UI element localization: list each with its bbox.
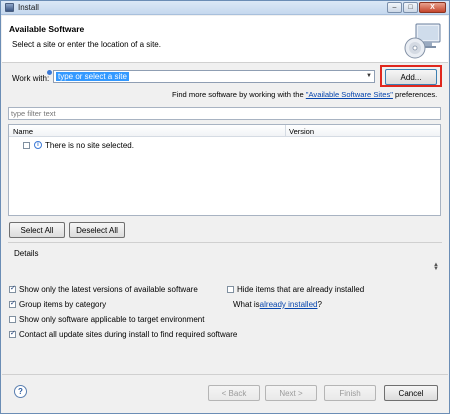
cd-install-icon: [404, 23, 441, 59]
group-by-category-checkbox[interactable]: [9, 299, 16, 308]
details-scroll-arrows[interactable]: ▲ ▼: [433, 262, 439, 272]
help-icon[interactable]: ?: [14, 385, 27, 398]
chevron-down-icon[interactable]: ▼: [366, 73, 372, 79]
row-checkbox[interactable]: [23, 141, 30, 149]
next-button[interactable]: Next >: [265, 385, 317, 401]
page-subtitle: Select a site or enter the location of a…: [12, 40, 161, 49]
cancel-button[interactable]: Cancel: [384, 385, 438, 401]
what-is-prefix: What is: [233, 300, 260, 309]
table-row[interactable]: i There is no site selected.: [23, 140, 134, 150]
maximize-button[interactable]: □: [403, 2, 418, 13]
work-with-combo[interactable]: type or select a site ▼: [53, 70, 375, 83]
find-more-prefix: Find more software by working with the: [172, 90, 306, 99]
work-with-label: Work with:: [12, 74, 50, 83]
option-contact-update-sites[interactable]: Contact all update sites during install …: [9, 329, 238, 339]
option-group-by-category[interactable]: Group items by category: [9, 299, 107, 309]
what-is-suffix: ?: [317, 300, 322, 309]
group-by-category-label: Group items by category: [19, 300, 107, 309]
footer-divider: [2, 374, 448, 375]
info-decoration-icon: [47, 70, 52, 75]
hide-installed-checkbox[interactable]: [227, 286, 234, 293]
option-latest-versions[interactable]: Show only the latest versions of availab…: [9, 284, 198, 294]
close-button[interactable]: X: [419, 2, 446, 13]
latest-versions-checkbox[interactable]: [9, 284, 16, 293]
available-sites-link[interactable]: "Available Software Sites": [306, 90, 393, 99]
wizard-header: Available Software Select a site or ente…: [2, 16, 448, 63]
column-separator[interactable]: [285, 125, 286, 137]
filter-input[interactable]: type filter text: [8, 107, 441, 120]
column-header-name[interactable]: Name: [13, 127, 33, 136]
already-installed-link[interactable]: already installed: [260, 300, 318, 309]
hide-installed-label: Hide items that are already installed: [237, 285, 365, 294]
minimize-button[interactable]: –: [387, 2, 402, 13]
find-more-text: Find more software by working with the "…: [172, 90, 437, 99]
find-more-suffix: preferences.: [392, 90, 438, 99]
what-is-installed-text: What is already installed?: [233, 300, 322, 309]
column-header-version[interactable]: Version: [289, 127, 314, 136]
info-icon: i: [34, 141, 42, 149]
details-label: Details: [14, 249, 39, 258]
install-dialog: Install – □ X Available Software Select …: [0, 0, 450, 414]
work-with-combo-text[interactable]: type or select a site: [56, 72, 129, 81]
contact-update-sites-checkbox[interactable]: [9, 329, 16, 338]
table-header: Name Version: [9, 125, 440, 137]
app-icon: [5, 3, 14, 12]
latest-versions-label: Show only the latest versions of availab…: [19, 285, 198, 294]
software-table: Name Version i There is no site selected…: [8, 124, 441, 216]
row-text: There is no site selected.: [45, 140, 134, 150]
contact-update-sites-label: Contact all update sites during install …: [19, 330, 238, 339]
select-all-button[interactable]: Select All: [9, 222, 65, 238]
back-button[interactable]: < Back: [208, 385, 260, 401]
option-target-environment[interactable]: Show only software applicable to target …: [9, 315, 204, 324]
details-panel: [8, 242, 442, 277]
deselect-all-button[interactable]: Deselect All: [69, 222, 125, 238]
target-environment-label: Show only software applicable to target …: [19, 315, 205, 324]
page-title: Available Software: [9, 24, 85, 34]
target-environment-checkbox[interactable]: [9, 316, 16, 323]
option-hide-installed[interactable]: Hide items that are already installed: [227, 285, 364, 294]
add-site-button[interactable]: Add...: [385, 69, 437, 85]
title-bar[interactable]: Install – □ X: [1, 1, 449, 15]
window-title: Install: [18, 3, 39, 12]
finish-button[interactable]: Finish: [324, 385, 376, 401]
